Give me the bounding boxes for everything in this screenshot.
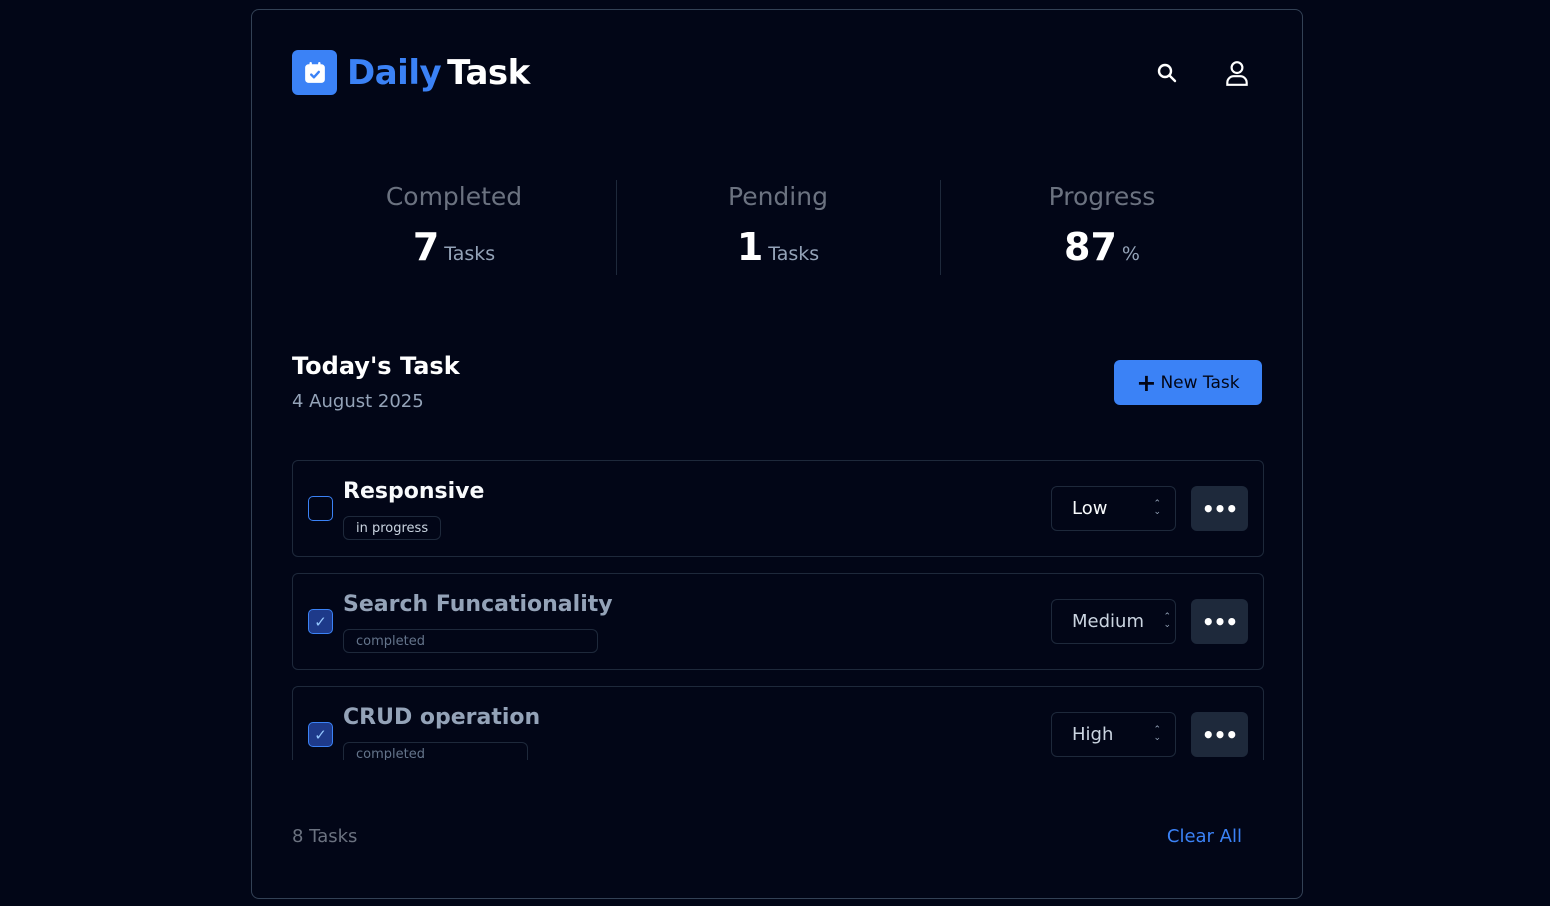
select-arrows-icon: ⌃ ⌄: [1163, 612, 1171, 630]
logo: Daily Task: [292, 50, 530, 95]
stat-value: 7: [412, 225, 440, 269]
task-title: Search Funcationality: [343, 592, 613, 617]
user-icon[interactable]: [1222, 58, 1252, 88]
task-status-badge: in progress: [343, 516, 442, 540]
check-icon: ✓: [314, 612, 327, 631]
section-title: Today's Task: [292, 352, 460, 380]
task-title: CRUD operation: [343, 705, 541, 730]
app-title: Daily Task: [347, 53, 530, 93]
more-options-button[interactable]: •••: [1191, 712, 1248, 757]
stat-pending: Pending 1 Tasks: [616, 180, 940, 275]
priority-value: Medium: [1072, 611, 1144, 632]
task-item: ✓ CRUD operation completed High ⌃ ⌄ •••: [292, 686, 1264, 760]
stat-label: Completed: [385, 182, 523, 211]
more-options-button[interactable]: •••: [1191, 599, 1248, 644]
task-checkbox[interactable]: ✓: [308, 722, 333, 747]
calendar-check-icon: [292, 50, 337, 95]
stat-value: 87: [1064, 225, 1117, 269]
plus-icon: +: [1136, 368, 1157, 397]
task-card: Daily Task Completed 7 Tasks Pending 1 Ta…: [251, 9, 1303, 899]
priority-select[interactable]: Medium ⌃ ⌄: [1051, 599, 1176, 644]
ellipsis-icon: •••: [1201, 722, 1238, 747]
task-status-badge: completed: [343, 742, 528, 760]
ellipsis-icon: •••: [1201, 496, 1238, 521]
more-options-button[interactable]: •••: [1191, 486, 1248, 531]
search-icon[interactable]: [1152, 58, 1182, 88]
priority-value: High: [1072, 724, 1114, 745]
logo-word-daily: Daily: [347, 52, 442, 93]
task-item: ✓ Search Funcationality completed Medium…: [292, 573, 1264, 670]
stat-completed: Completed 7 Tasks: [292, 180, 616, 275]
new-task-label: New Task: [1160, 372, 1240, 393]
stat-value: 1: [736, 225, 764, 269]
stat-unit: Tasks: [444, 243, 496, 265]
task-count: 8 Tasks: [292, 826, 358, 847]
task-checkbox[interactable]: ✓: [308, 609, 333, 634]
stat-label: Progress: [1048, 182, 1156, 211]
stat-unit: %: [1121, 243, 1140, 265]
priority-select[interactable]: Low ⌃ ⌄: [1051, 486, 1176, 531]
priority-value: Low: [1072, 498, 1108, 519]
priority-select[interactable]: High ⌃ ⌄: [1051, 712, 1176, 757]
check-icon: ✓: [314, 725, 327, 744]
task-list[interactable]: Responsive in progress Low ⌃ ⌄ ••• ✓ Sear…: [292, 460, 1264, 760]
stat-progress: Progress 87 %: [940, 180, 1264, 275]
task-checkbox[interactable]: [308, 496, 333, 521]
ellipsis-icon: •••: [1201, 609, 1238, 634]
task-item: Responsive in progress Low ⌃ ⌄ •••: [292, 460, 1264, 557]
task-status-badge: completed: [343, 629, 598, 653]
clear-all-button[interactable]: Clear All: [1167, 826, 1242, 847]
stats-row: Completed 7 Tasks Pending 1 Tasks Progre…: [292, 180, 1264, 275]
task-title: Responsive: [343, 479, 485, 504]
stat-label: Pending: [728, 182, 828, 211]
select-arrows-icon: ⌃ ⌄: [1153, 499, 1161, 517]
section-date: 4 August 2025: [292, 391, 424, 412]
stat-unit: Tasks: [768, 243, 820, 265]
new-task-button[interactable]: + New Task: [1114, 360, 1262, 405]
select-arrows-icon: ⌃ ⌄: [1153, 725, 1161, 743]
logo-word-task: Task: [447, 52, 530, 93]
